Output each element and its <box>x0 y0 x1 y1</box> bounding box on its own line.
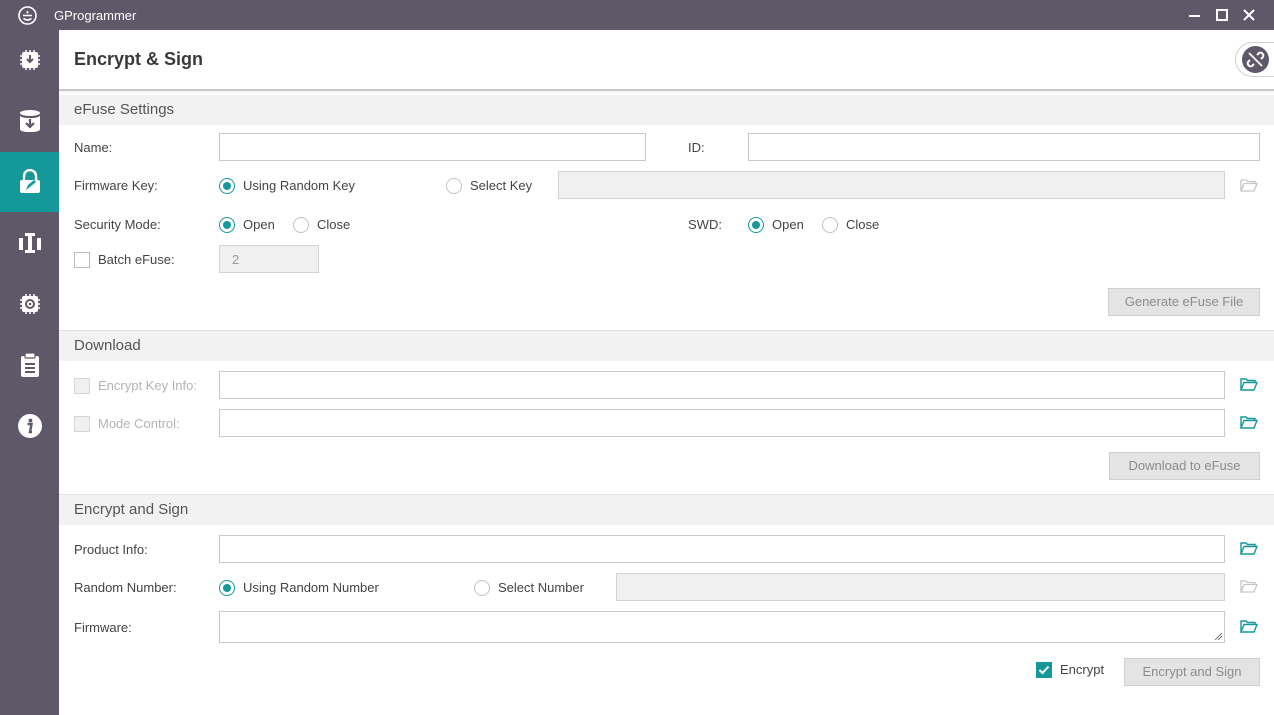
section-efuse-title: eFuse Settings <box>59 95 1274 125</box>
generate-efuse-button[interactable]: Generate eFuse File <box>1108 288 1260 316</box>
encrypt-key-label: Encrypt Key Info: <box>98 378 197 393</box>
using-random-label: Using Random Number <box>243 580 379 595</box>
unlink-icon <box>1246 51 1265 68</box>
resize-handle-icon[interactable] <box>1215 633 1222 640</box>
app-title: GProgrammer <box>54 8 137 23</box>
mode-control-checkbox[interactable] <box>74 416 90 432</box>
folder-open-icon[interactable] <box>1240 377 1258 391</box>
tools-icon <box>18 233 41 253</box>
id-label: ID: <box>688 140 705 155</box>
section-download-title: Download <box>59 331 1274 361</box>
select-key-radio[interactable] <box>446 178 462 194</box>
random-key-radio[interactable] <box>219 178 235 194</box>
product-info-label: Product Info: <box>74 542 148 557</box>
database-download-icon <box>19 110 40 132</box>
security-close-label: Close <box>317 217 351 232</box>
sidebar-item-about[interactable] <box>0 396 59 456</box>
disconnect-button[interactable] <box>1235 42 1274 77</box>
name-input[interactable] <box>219 133 646 161</box>
batch-count-input: 2 <box>219 245 319 273</box>
clipboard-icon <box>20 352 39 377</box>
batch-efuse-checkbox[interactable] <box>74 252 90 268</box>
encrypt-checkbox[interactable] <box>1036 662 1052 678</box>
sidebar-item-program[interactable] <box>0 30 59 90</box>
select-number-radio[interactable] <box>474 580 490 596</box>
section-encrypt-title: Encrypt and Sign <box>59 495 1274 525</box>
encrypt-sign-button[interactable]: Encrypt and Sign <box>1124 658 1260 686</box>
swd-open-radio[interactable] <box>748 217 764 233</box>
batch-efuse-label: Batch eFuse: <box>98 252 175 267</box>
download-efuse-button[interactable]: Download to eFuse <box>1109 452 1260 480</box>
folder-open-icon <box>1240 179 1258 192</box>
mode-control-label: Mode Control: <box>98 416 180 431</box>
firmware-key-label: Firmware Key: <box>74 178 158 193</box>
app-logo-icon <box>18 6 37 25</box>
swd-label: SWD: <box>688 217 722 232</box>
folder-open-icon[interactable] <box>1240 415 1258 429</box>
title-bar: GProgrammer <box>0 0 1274 30</box>
folder-open-icon <box>1240 580 1258 593</box>
chip-download-icon <box>19 50 40 70</box>
swd-close-label: Close <box>846 217 880 232</box>
select-key-label: Select Key <box>470 178 533 193</box>
maximize-icon[interactable] <box>1212 5 1232 25</box>
id-input[interactable] <box>748 133 1260 161</box>
close-icon[interactable] <box>1239 5 1259 25</box>
minimize-icon[interactable] <box>1184 5 1204 25</box>
lock-pen-icon <box>19 169 40 193</box>
random-key-label: Using Random Key <box>243 178 355 193</box>
select-key-input <box>558 171 1225 199</box>
chip-settings-icon <box>19 294 40 314</box>
firmware-input[interactable] <box>219 611 1225 643</box>
random-number-radio[interactable] <box>219 580 235 596</box>
sidebar-item-tools[interactable] <box>0 213 59 273</box>
sidebar-item-log[interactable] <box>0 335 59 395</box>
page-header: Encrypt & Sign <box>59 30 1274 91</box>
check-icon <box>1038 665 1050 675</box>
select-number-label: Select Number <box>498 580 584 595</box>
name-label: Name: <box>74 140 113 155</box>
security-close-radio[interactable] <box>293 217 309 233</box>
mode-control-input[interactable] <box>219 409 1225 437</box>
main-panel: Encrypt & Sign eFuse Settings Name: ID: … <box>59 30 1274 715</box>
security-open-radio[interactable] <box>219 217 235 233</box>
swd-close-radio[interactable] <box>822 217 838 233</box>
page-title: Encrypt & Sign <box>74 49 204 69</box>
folder-open-icon[interactable] <box>1240 619 1258 633</box>
encrypt-check-label: Encrypt <box>1060 662 1105 677</box>
info-icon <box>17 414 42 438</box>
firmware-label: Firmware: <box>74 620 132 635</box>
sidebar-item-download[interactable] <box>0 91 59 151</box>
encrypt-key-checkbox[interactable] <box>74 378 90 394</box>
security-mode-label: Security Mode: <box>74 217 161 232</box>
swd-open-label: Open <box>772 217 804 232</box>
product-info-input[interactable] <box>219 535 1225 563</box>
select-number-input <box>616 573 1225 601</box>
folder-open-icon[interactable] <box>1240 541 1258 555</box>
sidebar-item-chip-settings[interactable] <box>0 274 59 334</box>
random-number-label: Random Number: <box>74 580 177 595</box>
sidebar <box>0 30 59 715</box>
security-open-label: Open <box>243 217 275 232</box>
sidebar-item-encrypt-sign[interactable] <box>0 152 59 212</box>
encrypt-key-input[interactable] <box>219 371 1225 399</box>
